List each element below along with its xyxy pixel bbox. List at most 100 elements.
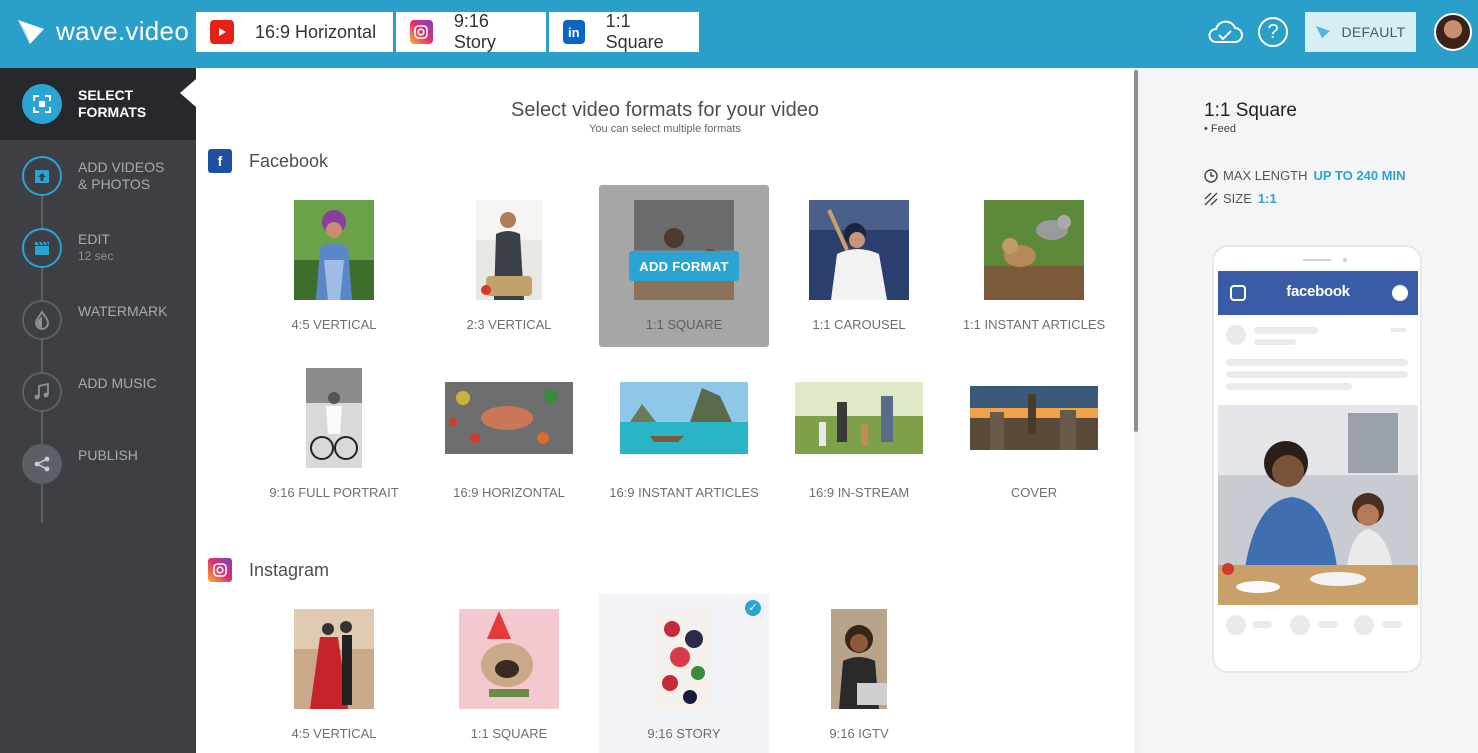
format-label: 1:1 INSTANT ARTICLES xyxy=(962,317,1106,332)
step-add-music[interactable]: ADD MUSIC xyxy=(0,356,196,428)
format-label: 9:16 FULL PORTRAIT xyxy=(269,485,399,500)
post-text-line xyxy=(1226,383,1352,390)
format-card-ig-9-16-igtv[interactable]: 9:16 IGTV xyxy=(774,594,944,753)
format-label: 9:16 IGTV xyxy=(829,726,889,741)
step-label: EDIT 12 sec xyxy=(78,231,114,263)
avatar[interactable] xyxy=(1434,13,1472,51)
instagram-icon xyxy=(410,20,433,44)
format-card-fb-9-16-full-portrait[interactable]: 9:16 FULL PORTRAIT xyxy=(249,353,419,515)
step-label: SELECT FORMATS xyxy=(78,87,147,120)
scrollbar-thumb[interactable] xyxy=(1134,70,1138,432)
frame-icon xyxy=(22,84,62,124)
format-card-ig-9-16-story[interactable]: ✓ 9:16 STORY xyxy=(599,594,769,753)
format-card-fb-cover[interactable]: COVER xyxy=(949,353,1119,515)
format-card-fb-1-1-instant-articles[interactable]: 1:1 INSTANT ARTICLES xyxy=(949,185,1119,347)
phone-preview: facebook xyxy=(1212,245,1422,673)
tab-1-1-square[interactable]: in 1:1 Square xyxy=(549,11,699,52)
post-video-preview xyxy=(1218,405,1418,605)
post-time-placeholder xyxy=(1254,339,1296,345)
more-options-icon xyxy=(1390,328,1406,332)
format-label: 4:5 VERTICAL xyxy=(291,726,377,741)
like-icon xyxy=(1226,615,1246,635)
music-icon xyxy=(22,372,62,412)
comment-label-placeholder xyxy=(1318,621,1338,628)
tab-16-9-horizontal[interactable]: 16:9 Horizontal xyxy=(196,12,393,52)
thumbnail-cyclist xyxy=(306,368,362,468)
thumbnail-city-sunset xyxy=(970,386,1098,450)
format-card-ig-4-5-vertical[interactable]: 4:5 VERTICAL xyxy=(249,594,419,753)
clock-icon xyxy=(1204,168,1218,183)
logo[interactable]: wave.video xyxy=(16,16,189,47)
share-label-placeholder xyxy=(1382,621,1402,628)
linkedin-icon: in xyxy=(563,20,585,44)
share-icon xyxy=(22,444,62,484)
post-avatar-placeholder xyxy=(1226,325,1246,345)
thumbnail-dancers xyxy=(294,609,374,709)
tab-label: 9:16 Story xyxy=(453,11,496,52)
format-card-fb-1-1-square[interactable]: ADD FORMAT 1:1 SQUARE xyxy=(599,185,769,347)
section-title: Instagram xyxy=(249,559,330,580)
facebook-section-header: f Facebook xyxy=(208,149,328,173)
format-label: 16:9 IN-STREAM xyxy=(808,485,910,500)
step-select-formats[interactable]: SELECT FORMATS xyxy=(0,68,196,140)
max-length-label: MAX LENGTH xyxy=(1223,168,1308,183)
format-card-fb-2-3-vertical[interactable]: 2:3 VERTICAL xyxy=(424,185,594,347)
facebook-icon: f xyxy=(208,149,232,173)
step-label: WATERMARK xyxy=(78,303,168,319)
clapper-icon xyxy=(22,228,62,268)
messenger-icon xyxy=(1392,285,1408,301)
thumbnail-family-meal xyxy=(634,200,734,300)
max-length-value: UP TO 240 MIN xyxy=(1313,168,1406,183)
format-card-fb-16-9-instant-articles[interactable]: 16:9 INSTANT ARTICLES xyxy=(599,353,769,515)
step-watermark[interactable]: WATERMARK xyxy=(0,284,196,356)
cloud-icon[interactable] xyxy=(1206,16,1244,48)
step-publish[interactable]: PUBLISH xyxy=(0,428,196,500)
tab-9-16-story[interactable]: 9:16 Story xyxy=(396,11,546,52)
selected-check-icon: ✓ xyxy=(745,600,761,616)
post-name-placeholder xyxy=(1254,327,1318,334)
format-label: 16:9 INSTANT ARTICLES xyxy=(609,485,759,500)
format-label: 4:5 VERTICAL xyxy=(291,317,377,332)
step-add-videos-photos[interactable]: ADD VIDEOS & PHOTOS xyxy=(0,140,196,212)
format-card-ig-1-1-square[interactable]: 1:1 SQUARE xyxy=(424,594,594,753)
default-brand-button[interactable]: DEFAULT xyxy=(1305,12,1416,52)
format-card-fb-1-1-carousel[interactable]: 1:1 CAROUSEL xyxy=(774,185,944,347)
format-label: 1:1 SQUARE xyxy=(645,317,723,332)
wave-logo-icon xyxy=(18,19,44,44)
top-bar: wave.video 16:9 Horizontal 9:16 Story in… xyxy=(0,0,1478,68)
default-label: DEFAULT xyxy=(1341,24,1406,40)
instagram-icon xyxy=(208,558,232,582)
add-format-button[interactable]: ADD FORMAT xyxy=(629,251,739,281)
format-label: 16:9 HORIZONTAL xyxy=(453,485,565,500)
step-label: PUBLISH xyxy=(78,447,138,463)
thumbnail-woman-laptop xyxy=(831,609,887,709)
max-length-row: MAX LENGTH UP TO 240 MIN xyxy=(1204,168,1406,183)
format-card-fb-4-5-vertical[interactable]: 4:5 VERTICAL xyxy=(249,185,419,347)
tab-label: 16:9 Horizontal xyxy=(255,21,377,42)
thumbnail-baseball-player xyxy=(809,200,909,300)
facebook-wordmark: facebook xyxy=(1286,283,1350,300)
size-label: SIZE xyxy=(1223,191,1252,206)
thumbnail-cooking-woman xyxy=(476,200,542,300)
step-edit[interactable]: EDIT 12 sec xyxy=(0,212,196,284)
thumbnail-vegetables xyxy=(445,382,573,454)
size-value: 1:1 xyxy=(1257,191,1277,206)
help-icon[interactable]: ? xyxy=(1258,17,1288,47)
preview-title: 1:1 Square xyxy=(1204,100,1297,121)
format-label: 9:16 STORY xyxy=(647,726,721,741)
format-label: 2:3 VERTICAL xyxy=(466,317,552,332)
upload-icon xyxy=(22,156,62,196)
facebook-app-bar: facebook xyxy=(1218,271,1418,315)
app-name: wave.video xyxy=(56,16,190,46)
format-card-fb-16-9-in-stream[interactable]: 16:9 IN-STREAM xyxy=(774,353,944,515)
edit-duration: 12 sec xyxy=(78,249,114,263)
step-label: ADD VIDEOS & PHOTOS xyxy=(78,159,165,192)
thumbnail-kittens xyxy=(984,200,1084,300)
like-label-placeholder xyxy=(1252,621,1272,628)
comment-icon xyxy=(1290,615,1310,635)
format-label: COVER xyxy=(1010,485,1058,500)
active-step-pointer xyxy=(180,79,196,107)
size-row: SIZE 1:1 xyxy=(1204,191,1277,206)
format-card-fb-16-9-horizontal[interactable]: 16:9 HORIZONTAL xyxy=(424,353,594,515)
thumbnail-family-walk xyxy=(795,382,923,454)
